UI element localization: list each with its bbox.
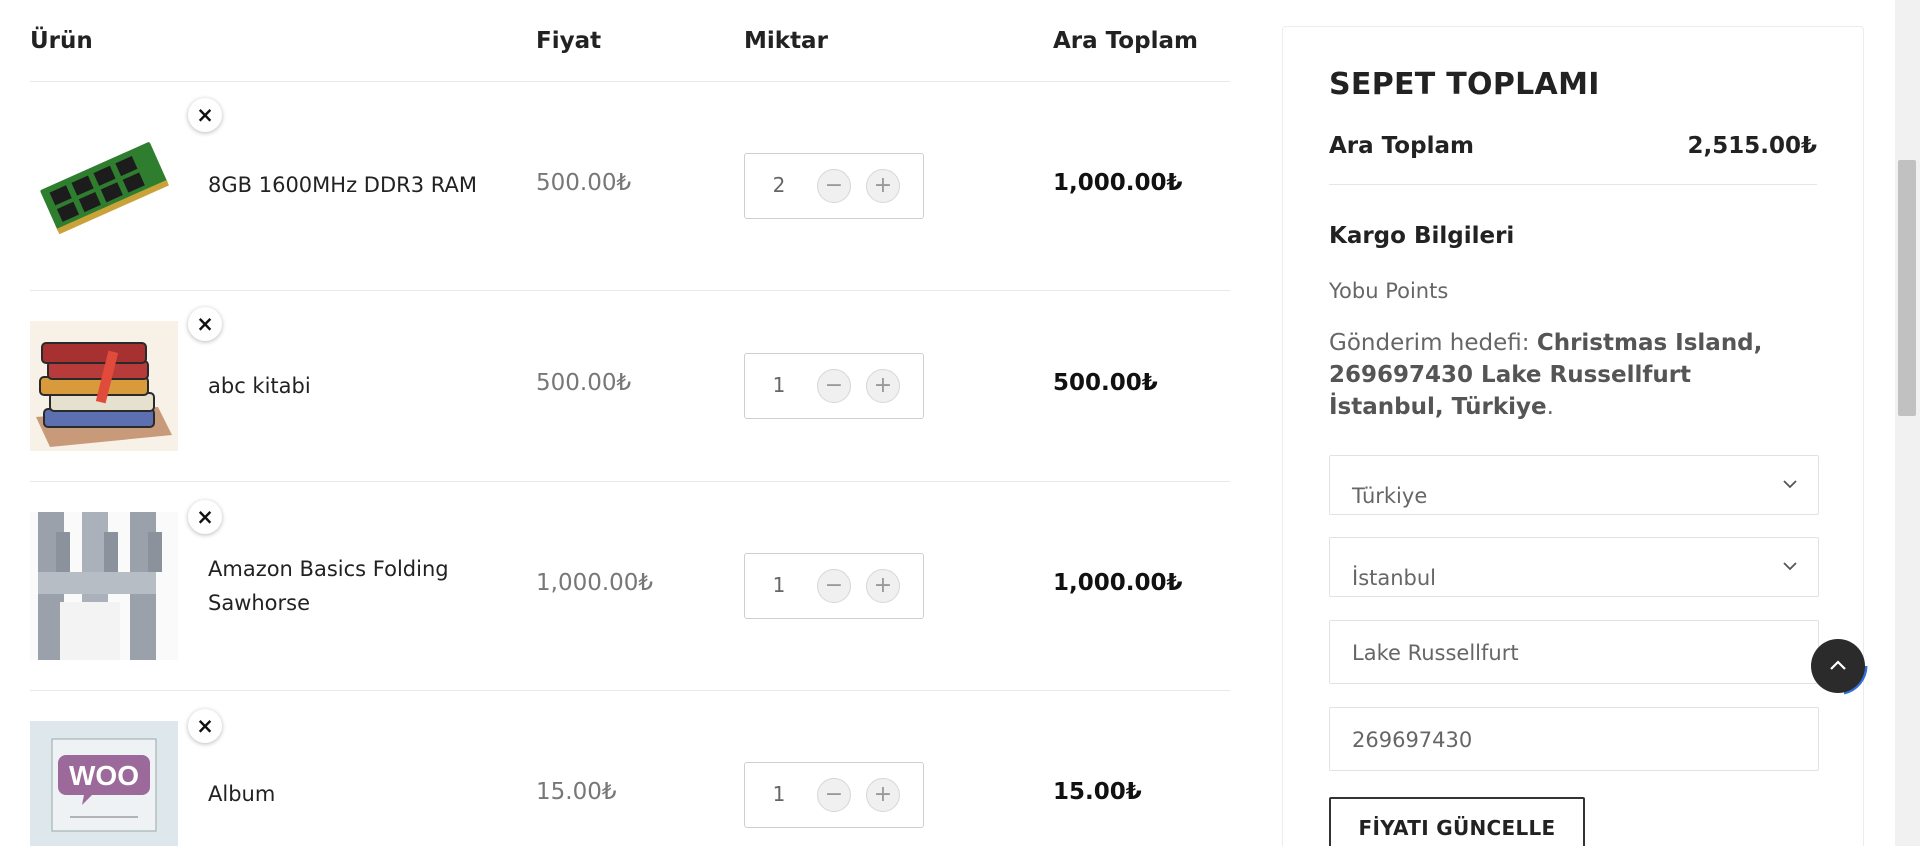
country-value: Türkiye	[1352, 484, 1428, 508]
product-image-album[interactable]: WOO	[30, 721, 178, 846]
cart-totals-panel: SEPET TOPLAMI Ara Toplam 2,515.00₺ Kargo…	[1282, 26, 1864, 846]
minus-icon[interactable]: −	[817, 169, 851, 203]
table-row: × abc kitabi 500.00₺ 1 − + 500.00₺	[30, 291, 1230, 482]
quantity-input[interactable]: 1	[767, 782, 791, 806]
plus-icon[interactable]: +	[866, 169, 900, 203]
destination-prefix: Gönderim hedefi:	[1329, 330, 1537, 356]
header-price: Fiyat	[536, 28, 602, 54]
remove-item-button[interactable]: ×	[188, 709, 222, 743]
table-row: × 8GB 1600MHz DDR3 RAM 500.00₺ 2 − + 1,0…	[30, 82, 1230, 291]
chevron-down-icon	[1783, 562, 1797, 571]
plus-icon[interactable]: +	[866, 569, 900, 603]
shipping-title: Kargo Bilgileri	[1329, 223, 1515, 249]
product-name-link[interactable]: Album	[208, 777, 498, 811]
product-name-link[interactable]: Amazon Basics Folding Sawhorse	[208, 552, 498, 620]
scroll-to-top-button[interactable]	[1811, 639, 1865, 693]
product-price: 500.00₺	[536, 170, 632, 196]
product-image-book[interactable]	[30, 321, 178, 451]
product-subtotal: 15.00₺	[1053, 779, 1142, 805]
postcode-input[interactable]: 269697430	[1329, 707, 1819, 771]
product-subtotal: 500.00₺	[1053, 370, 1158, 396]
state-select[interactable]: İstanbul	[1329, 537, 1819, 597]
product-image-sawhorse[interactable]	[30, 512, 178, 660]
table-header: Ürün Fiyat Miktar Ara Toplam	[30, 0, 1230, 82]
quantity-stepper: 1 − +	[744, 762, 924, 828]
remove-item-button[interactable]: ×	[188, 307, 222, 341]
cart-totals-title: SEPET TOPLAMI	[1329, 67, 1600, 102]
remove-item-button[interactable]: ×	[188, 500, 222, 534]
quantity-input[interactable]: 1	[767, 373, 791, 397]
header-product: Ürün	[30, 28, 93, 54]
postcode-value: 269697430	[1352, 728, 1473, 752]
shipping-destination: Gönderim hedefi: Christmas Island, 26969…	[1329, 327, 1799, 423]
product-name-link[interactable]: 8GB 1600MHz DDR3 RAM	[208, 168, 498, 202]
page-scrollbar[interactable]	[1895, 0, 1920, 846]
product-subtotal: 1,000.00₺	[1053, 570, 1183, 596]
minus-icon[interactable]: −	[817, 369, 851, 403]
quantity-input[interactable]: 2	[767, 173, 791, 197]
remove-item-button[interactable]: ×	[188, 98, 222, 132]
plus-icon[interactable]: +	[866, 778, 900, 812]
city-input[interactable]: Lake Russellfurt	[1329, 620, 1819, 684]
header-quantity: Miktar	[744, 28, 828, 54]
quantity-stepper: 2 − +	[744, 153, 924, 219]
subtotal-row: Ara Toplam 2,515.00₺	[1329, 133, 1817, 185]
state-value: İstanbul	[1352, 566, 1437, 590]
svg-text:WOO: WOO	[69, 760, 139, 791]
quantity-input[interactable]: 1	[767, 573, 791, 597]
shipping-method: Yobu Points	[1329, 279, 1449, 303]
subtotal-label: Ara Toplam	[1329, 133, 1474, 159]
table-row: × Amazon Basics Folding Sawhorse 1,000.0…	[30, 482, 1230, 691]
quantity-stepper: 1 − +	[744, 353, 924, 419]
header-subtotal: Ara Toplam	[1053, 28, 1198, 54]
minus-icon[interactable]: −	[817, 778, 851, 812]
destination-suffix: .	[1546, 394, 1554, 420]
minus-icon[interactable]: −	[817, 569, 851, 603]
product-price: 1,000.00₺	[536, 570, 654, 596]
plus-icon[interactable]: +	[866, 369, 900, 403]
city-value: Lake Russellfurt	[1352, 641, 1519, 665]
product-price: 15.00₺	[536, 779, 617, 805]
table-row: WOO × Album 15.00₺ 1 − + 15.00₺	[30, 691, 1230, 846]
update-totals-button[interactable]: FİYATI GÜNCELLE	[1329, 797, 1585, 846]
cart-table: Ürün Fiyat Miktar Ara Toplam × 8GB 1600M…	[30, 0, 1230, 846]
chevron-up-icon	[1830, 660, 1846, 670]
subtotal-value: 2,515.00₺	[1687, 133, 1818, 159]
chevron-down-icon	[1783, 480, 1797, 489]
product-subtotal: 1,000.00₺	[1053, 170, 1183, 196]
country-select[interactable]: Türkiye	[1329, 455, 1819, 515]
product-price: 500.00₺	[536, 370, 632, 396]
product-image-ram[interactable]	[30, 122, 178, 252]
scrollbar-thumb[interactable]	[1898, 160, 1916, 416]
quantity-stepper: 1 − +	[744, 553, 924, 619]
product-name-link[interactable]: abc kitabi	[208, 369, 498, 403]
